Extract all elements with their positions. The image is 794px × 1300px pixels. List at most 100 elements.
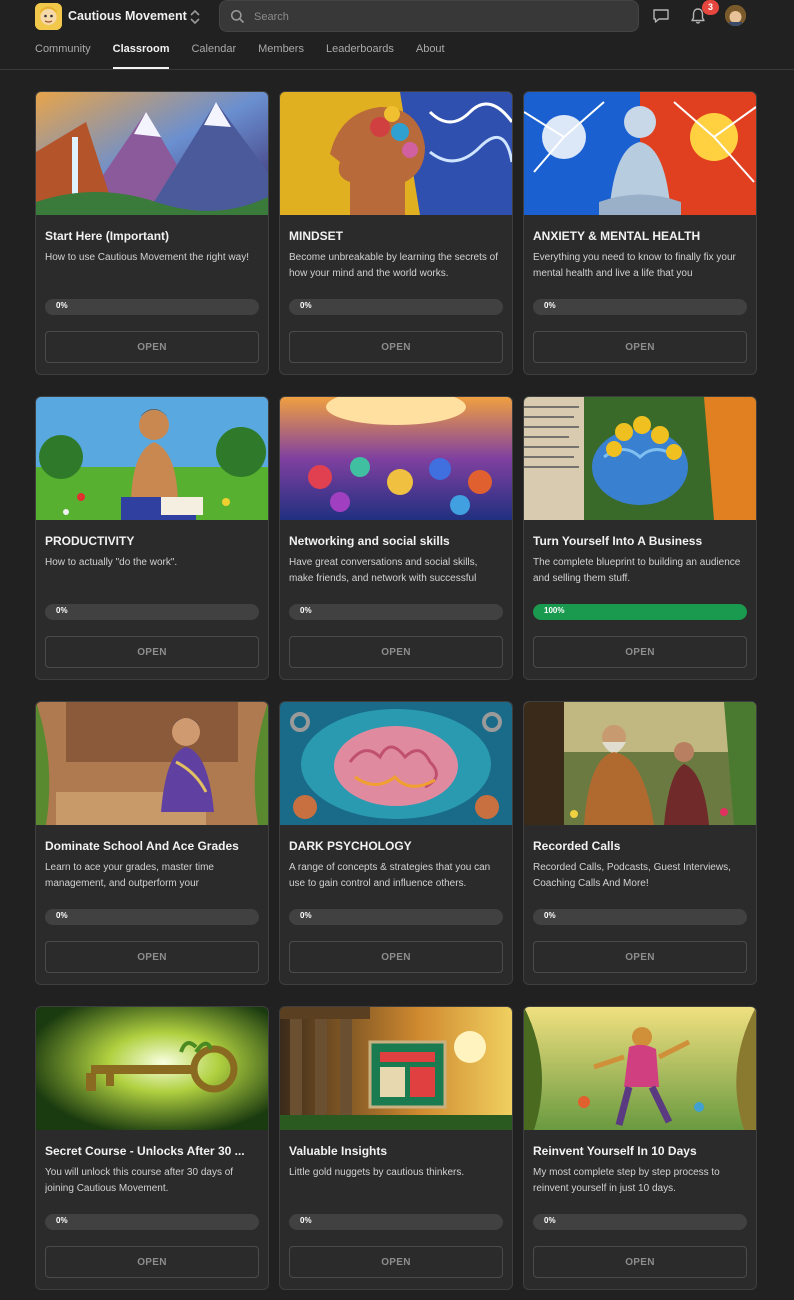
course-description: How to actually "do the work". — [45, 557, 178, 568]
chat-icon[interactable] — [652, 8, 670, 24]
course-cover-meditating-statue[interactable] — [524, 92, 756, 215]
open-course-button[interactable]: OPEN — [533, 331, 747, 363]
course-progress-label: 0% — [300, 1216, 312, 1225]
course-progress-label: 0% — [544, 301, 556, 310]
course-progress-bar: 100% — [533, 604, 747, 620]
course-title[interactable]: DARK PSYCHOLOGY — [289, 839, 505, 853]
course-description: My most complete step by step process to… — [533, 1167, 720, 1194]
tab-members[interactable]: Members — [258, 40, 304, 70]
course-title[interactable]: Valuable Insights — [289, 1144, 505, 1158]
course-cover-man-reading-field[interactable] — [36, 397, 268, 520]
group-switcher-icon[interactable] — [188, 8, 202, 26]
course-progress-bar: 0% — [289, 299, 503, 315]
course-progress-label: 0% — [544, 911, 556, 920]
open-course-button[interactable]: OPEN — [45, 1246, 259, 1278]
course-card[interactable]: Turn Yourself Into A Business The comple… — [523, 396, 757, 680]
open-course-button[interactable]: OPEN — [45, 331, 259, 363]
course-card[interactable]: Valuable Insights Little gold nuggets by… — [279, 1006, 513, 1290]
course-progress-label: 0% — [56, 911, 68, 920]
course-title[interactable]: Turn Yourself Into A Business — [533, 534, 749, 548]
course-progress-label: 0% — [300, 911, 312, 920]
course-progress-bar: 0% — [533, 1214, 747, 1230]
course-card[interactable]: Recorded Calls Recorded Calls, Podcasts,… — [523, 701, 757, 985]
course-progress-bar: 0% — [45, 1214, 259, 1230]
course-card[interactable]: ANXIETY & MENTAL HEALTH Everything you n… — [523, 91, 757, 375]
tab-calendar[interactable]: Calendar — [191, 40, 236, 70]
course-description: Everything you need to know to finally f… — [533, 252, 736, 279]
course-progress-bar: 0% — [45, 299, 259, 315]
course-progress-label: 0% — [300, 606, 312, 615]
course-cover-head-profile-flowers[interactable] — [280, 92, 512, 215]
search-bar[interactable] — [219, 0, 639, 32]
course-cover-mountains-waterfall[interactable] — [36, 92, 268, 215]
course-description: Recorded Calls, Podcasts, Guest Intervie… — [533, 862, 731, 889]
course-card[interactable]: MINDSET Become unbreakable by learning t… — [279, 91, 513, 375]
course-description: How to use Cautious Movement the right w… — [45, 252, 249, 263]
course-cover-crowd-painting[interactable] — [280, 397, 512, 520]
open-course-button[interactable]: OPEN — [45, 636, 259, 668]
open-course-button[interactable]: OPEN — [289, 331, 503, 363]
top-bar: Cautious Movement 3 Community Classroom … — [0, 0, 794, 70]
course-description: Learn to ace your grades, master time ma… — [45, 862, 214, 889]
course-progress-label: 0% — [300, 301, 312, 310]
course-description: Have great conversations and social skil… — [289, 557, 478, 584]
course-progress-fill — [533, 604, 747, 620]
course-progress-label: 0% — [544, 1216, 556, 1225]
tab-about[interactable]: About — [416, 40, 445, 70]
course-progress-bar: 0% — [45, 909, 259, 925]
course-card[interactable]: Dominate School And Ace Grades Learn to … — [35, 701, 269, 985]
open-course-button[interactable]: OPEN — [289, 1246, 503, 1278]
open-course-button[interactable]: OPEN — [289, 941, 503, 973]
open-course-button[interactable]: OPEN — [533, 1246, 747, 1278]
course-card[interactable]: Start Here (Important) How to use Cautio… — [35, 91, 269, 375]
course-title[interactable]: Recorded Calls — [533, 839, 749, 853]
notification-badge: 3 — [702, 0, 719, 15]
course-cover-runner-canyon[interactable] — [524, 1007, 756, 1130]
course-progress-bar: 0% — [289, 1214, 503, 1230]
course-title[interactable]: Networking and social skills — [289, 534, 505, 548]
tab-classroom[interactable]: Classroom — [112, 40, 169, 70]
open-course-button[interactable]: OPEN — [289, 636, 503, 668]
course-title[interactable]: Reinvent Yourself In 10 Days — [533, 1144, 749, 1158]
course-progress-bar: 0% — [45, 604, 259, 620]
course-description: The complete blueprint to building an au… — [533, 557, 741, 584]
course-card[interactable]: DARK PSYCHOLOGY A range of concepts & st… — [279, 701, 513, 985]
course-progress-label: 0% — [56, 606, 68, 615]
course-cover-temple-screen-sunset[interactable] — [280, 1007, 512, 1130]
course-title[interactable]: PRODUCTIVITY — [45, 534, 261, 548]
open-course-button[interactable]: OPEN — [533, 941, 747, 973]
course-card[interactable]: Networking and social skills Have great … — [279, 396, 513, 680]
group-name[interactable]: Cautious Movement — [68, 9, 187, 23]
course-card[interactable]: Reinvent Yourself In 10 Days My most com… — [523, 1006, 757, 1290]
course-title[interactable]: Dominate School And Ace Grades — [45, 839, 261, 853]
course-progress-bar: 0% — [533, 909, 747, 925]
course-cover-golden-key[interactable] — [36, 1007, 268, 1130]
open-course-button[interactable]: OPEN — [533, 636, 747, 668]
user-avatar[interactable] — [725, 5, 746, 26]
nav-tabs: Community Classroom Calendar Members Lea… — [35, 40, 467, 70]
course-description: Little gold nuggets by cautious thinkers… — [289, 1167, 465, 1178]
open-course-button[interactable]: OPEN — [45, 941, 259, 973]
tab-community[interactable]: Community — [35, 40, 91, 70]
course-progress-bar: 0% — [289, 604, 503, 620]
search-icon — [230, 9, 245, 24]
course-description: Become unbreakable by learning the secre… — [289, 252, 499, 279]
course-cover-sage-conversation[interactable] — [524, 702, 756, 825]
tab-leaderboards[interactable]: Leaderboards — [326, 40, 394, 70]
course-cover-brain-chains[interactable] — [280, 702, 512, 825]
course-card[interactable]: Secret Course - Unlocks After 30 ... You… — [35, 1006, 269, 1290]
search-input[interactable] — [254, 7, 624, 27]
course-card[interactable]: PRODUCTIVITY How to actually "do the wor… — [35, 396, 269, 680]
group-logo[interactable] — [35, 3, 62, 30]
course-title[interactable]: ANXIETY & MENTAL HEALTH — [533, 229, 749, 243]
course-title[interactable]: Start Here (Important) — [45, 229, 261, 243]
course-cover-brain-coins[interactable] — [524, 397, 756, 520]
course-title[interactable]: Secret Course - Unlocks After 30 ... — [45, 1144, 261, 1158]
course-title[interactable]: MINDSET — [289, 229, 505, 243]
course-description: A range of concepts & strategies that yo… — [289, 862, 491, 889]
course-cover-student-thinking[interactable] — [36, 702, 268, 825]
course-progress-label: 100% — [544, 606, 565, 615]
course-progress-bar: 0% — [289, 909, 503, 925]
course-description: You will unlock this course after 30 day… — [45, 1167, 234, 1194]
course-progress-bar: 0% — [533, 299, 747, 315]
